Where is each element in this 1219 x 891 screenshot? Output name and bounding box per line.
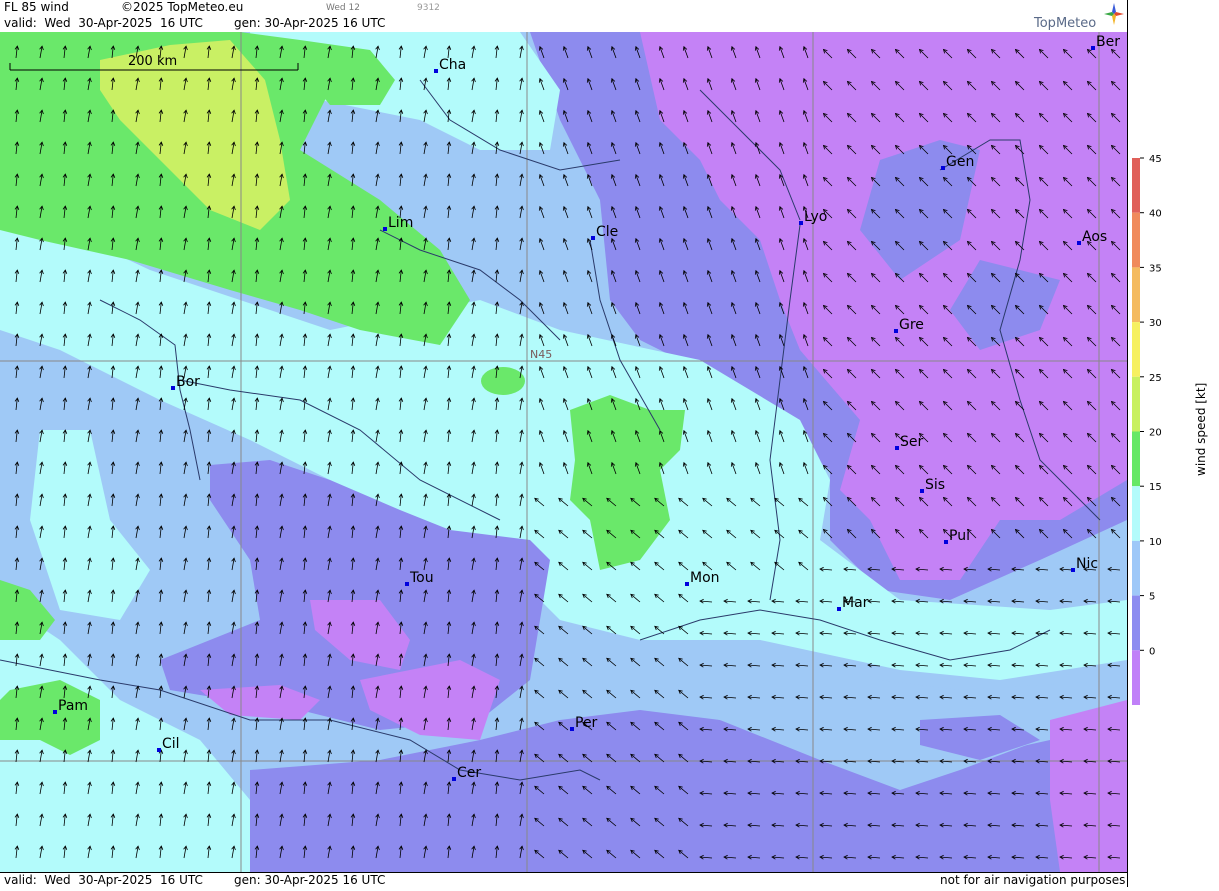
city-marker: [383, 227, 387, 231]
city-marker: [1091, 46, 1095, 50]
city-label: Tou: [409, 570, 434, 586]
legend-title: wind speed [kt]: [1194, 383, 1208, 476]
legend-color-band: [1132, 322, 1140, 377]
city-marker: [837, 607, 841, 611]
city-marker: [570, 727, 574, 731]
city-marker: [405, 582, 409, 586]
city-marker: [799, 221, 803, 225]
legend-color-band: [1132, 212, 1140, 268]
city-label: Bor: [176, 374, 200, 390]
gen-time: gen: 30-Apr-2025 16 UTC: [234, 16, 386, 30]
run-short: Wed 12: [326, 3, 360, 13]
legend-tick-label: 40: [1149, 209, 1162, 220]
legend-color-band: [1132, 431, 1140, 487]
city-label: Aos: [1082, 229, 1107, 245]
city-label: Ber: [1096, 34, 1120, 50]
city-label: Lyo: [804, 209, 827, 225]
city-label: Pam: [58, 698, 88, 714]
wind-map: 200 km N45 Cha Ber Gen Lim Cle Lyo Aos Gre Bor Se…: [0, 32, 1127, 872]
legend-tick-label: 25: [1149, 373, 1162, 384]
legend-color-band: [1132, 650, 1140, 705]
city-label: Pui: [949, 528, 970, 544]
legend-scale: 45 40 35 30 25 20 15 10 5 0 wind speed [kt]: [1132, 154, 1208, 705]
city-marker: [685, 582, 689, 586]
city-marker: [171, 386, 175, 390]
city-marker: [944, 540, 948, 544]
topmeteo-star-icon: [1104, 3, 1124, 25]
footer-valid-time: valid: Wed 30-Apr-2025 16 UTC: [4, 873, 203, 887]
city-label: Cil: [162, 736, 180, 752]
legend-color-band: [1132, 376, 1140, 432]
topmeteo-logo-text: TopMeteo: [1034, 16, 1097, 31]
legend-tick-label: 30: [1149, 318, 1162, 329]
city-marker: [920, 489, 924, 493]
latitude-label: N45: [530, 348, 552, 361]
legend-tick-label: 15: [1149, 482, 1162, 493]
city-label: Cle: [596, 224, 618, 240]
legend-tick-label: 0: [1149, 646, 1155, 657]
legend-color-band: [1132, 540, 1140, 596]
city-label: Cer: [457, 765, 481, 781]
valid-time: valid: Wed 30-Apr-2025 16 UTC: [4, 16, 203, 30]
city-marker: [434, 69, 438, 73]
city-marker: [894, 329, 898, 333]
city-label: Per: [575, 715, 598, 731]
city-marker: [157, 748, 161, 752]
legend-tick-label: 20: [1149, 428, 1162, 439]
city-marker: [941, 166, 945, 170]
city-label: Gen: [946, 154, 974, 170]
city-marker: [452, 777, 456, 781]
footer-bar: valid: Wed 30-Apr-2025 16 UTC gen: 30-Ap…: [0, 872, 1127, 888]
city-label: Mar: [842, 595, 869, 611]
legend-tick-label: 35: [1149, 263, 1162, 274]
wind-zone-lilac-se: [1050, 700, 1127, 872]
legend-color-band: [1132, 267, 1140, 323]
color-legend: 45 40 35 30 25 20 15 10 5 0 wind speed [kt]: [1127, 0, 1219, 887]
run-code: 9312: [417, 3, 440, 13]
city-marker: [591, 236, 595, 240]
wind-zone-green-small: [481, 367, 525, 395]
city-label: Gre: [899, 317, 924, 333]
footer-gen-time: gen: 30-Apr-2025 16 UTC: [234, 873, 386, 887]
legend-tick-label: 5: [1149, 592, 1155, 603]
scale-bar-label: 200 km: [128, 54, 177, 69]
city-marker: [1071, 568, 1075, 572]
city-label: Cha: [439, 57, 466, 73]
legend-tick-label: 45: [1149, 154, 1162, 165]
city-marker: [895, 446, 899, 450]
city-label: Lim: [388, 215, 413, 231]
city-label: Ser: [900, 434, 924, 450]
header-bar: FL 85 wind ©2025 TopMeteo.eu Wed 12 9312…: [0, 0, 1127, 32]
product-title: FL 85 wind: [4, 0, 69, 14]
city-label: Mon: [690, 570, 720, 586]
city-label: Sis: [925, 477, 945, 493]
city-label: Nic: [1076, 556, 1098, 572]
copyright: ©2025 TopMeteo.eu: [121, 0, 244, 14]
legend-color-band: [1132, 486, 1140, 541]
footer-disclaimer: not for air navigation purposes: [940, 873, 1126, 887]
city-marker: [1077, 241, 1081, 245]
legend-color-band: [1132, 158, 1140, 213]
city-marker: [53, 710, 57, 714]
legend-tick-label: 10: [1149, 537, 1162, 548]
legend-color-band: [1132, 595, 1140, 651]
